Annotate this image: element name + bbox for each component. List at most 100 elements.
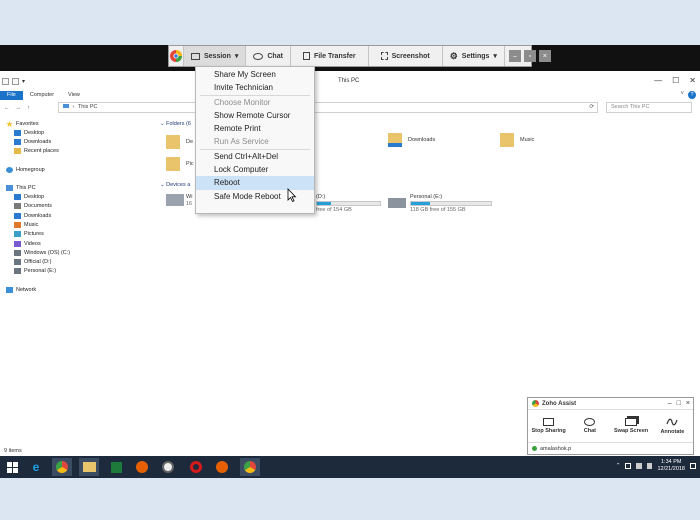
widget-close-icon[interactable]: × — [686, 400, 690, 407]
new-folder-icon[interactable] — [12, 78, 19, 85]
nav-favorites-desktop[interactable]: Desktop — [14, 130, 44, 136]
folder-icon — [14, 212, 21, 219]
taskbar-app[interactable] — [158, 458, 178, 476]
notifications-icon[interactable] — [690, 463, 696, 469]
nav-this-pc-item[interactable]: Videos — [14, 240, 41, 247]
network-tray-icon[interactable] — [625, 463, 632, 469]
devices-header[interactable]: ⌄ Devices a — [160, 182, 190, 188]
properties-icon[interactable] — [2, 78, 9, 85]
viewer-background — [0, 0, 700, 45]
widget-restore-icon[interactable]: □ — [677, 400, 681, 407]
quick-access-chevron-icon[interactable]: ▾ — [22, 78, 25, 85]
tray-up-icon[interactable]: ⌃ — [616, 463, 621, 469]
toolbar-minimize-icon[interactable]: – — [508, 50, 521, 62]
menu-item-share-my-screen[interactable]: Share My Screen — [196, 68, 314, 81]
settings-button[interactable]: ⚙ Settings ▾ — [443, 46, 505, 66]
help-icon[interactable]: ? — [688, 91, 696, 99]
start-button[interactable] — [2, 458, 22, 476]
nav-favorites[interactable]: Favorites — [6, 121, 39, 127]
close-icon[interactable]: ✕ — [689, 76, 696, 85]
pictures-folder-icon — [166, 157, 180, 171]
drive-personal-e[interactable]: Personal (E:) 118 GB free of 155 GB — [388, 194, 492, 213]
folder-downloads[interactable]: Downloads — [388, 133, 435, 147]
nav-this-pc-item[interactable]: Documents — [14, 203, 52, 210]
toolbar-window-controls: – ▫ × — [505, 46, 555, 66]
drive-windows-c[interactable]: Wi 16 — [166, 194, 192, 207]
nav-this-pc-item[interactable]: Pictures — [14, 231, 44, 238]
clock[interactable]: 1:34 PM 12/21/2018 — [657, 459, 685, 473]
taskbar-zoho-assist[interactable] — [240, 458, 260, 476]
zoho-widget-header: Zoho Assist – □ × — [528, 398, 693, 410]
up-icon[interactable]: ↑ — [27, 105, 30, 111]
taskbar-explorer[interactable] — [79, 458, 99, 476]
menu-item-run-as-service: Run As Service — [214, 137, 269, 147]
menu-item-send-ctrl-alt-del[interactable]: Send Ctrl+Alt+Del — [196, 150, 314, 163]
session-button[interactable]: Session ▾ — [184, 46, 247, 66]
taskbar-chrome[interactable] — [52, 458, 72, 476]
volume-icon[interactable] — [636, 463, 643, 469]
nav-this-pc-item[interactable]: Windows (OS) (C:) — [14, 249, 70, 256]
nav-favorites-recent[interactable]: Recent places — [14, 148, 59, 154]
chat-button[interactable]: Chat — [246, 46, 291, 66]
zoho-logo-icon — [169, 46, 184, 66]
menu-item-choose-monitor: Choose Monitor — [214, 97, 271, 107]
nav-favorites-downloads[interactable]: Downloads — [14, 139, 51, 145]
nav-homegroup[interactable]: Homegroup — [6, 167, 45, 173]
drive-e-usage-bar — [410, 201, 492, 206]
taskbar-firefox[interactable] — [132, 458, 152, 476]
menu-item-remote-print[interactable]: Remote Print — [196, 122, 314, 135]
drive-official-d[interactable]: (D:) free of 154 GB — [316, 194, 381, 213]
folder-pictures[interactable]: Pic — [166, 157, 194, 171]
folder-desktop[interactable]: De — [166, 135, 193, 149]
folder-icon — [14, 268, 21, 275]
search-input[interactable]: Search This PC — [606, 102, 692, 113]
widget-minimize-icon[interactable]: – — [668, 400, 672, 407]
flag-icon[interactable] — [647, 463, 653, 469]
ribbon-expand-icon[interactable]: ˅ — [680, 91, 684, 97]
downloads-folder-icon — [388, 133, 402, 147]
toolbar-restore-icon[interactable]: ▫ — [523, 50, 536, 62]
forward-icon[interactable]: → — [16, 105, 22, 111]
refresh-icon[interactable]: ⟳ — [589, 103, 594, 112]
address-bar[interactable]: › This PC ⟳ — [58, 102, 598, 113]
nav-this-pc[interactable]: This PC — [6, 185, 36, 191]
windows-logo-icon — [6, 461, 18, 473]
nav-this-pc-item[interactable]: Official (D:) — [14, 259, 51, 266]
nav-this-pc-item[interactable]: Music — [14, 221, 38, 228]
taskbar-firefox-2[interactable] — [212, 458, 232, 476]
chevron-down-icon: ▾ — [493, 53, 497, 60]
widget-chat-button[interactable]: Chat — [569, 410, 610, 442]
menu-item-lock-computer[interactable]: Lock Computer — [196, 163, 314, 176]
back-icon[interactable]: ← — [4, 105, 10, 111]
taskbar-excel[interactable] — [106, 458, 126, 476]
ribbon-tab-file[interactable]: File — [0, 91, 23, 100]
nav-this-pc-item[interactable]: Personal (E:) — [14, 268, 56, 275]
file-transfer-button[interactable]: File Transfer — [291, 46, 369, 66]
folders-header[interactable]: ⌄ Folders (6 — [160, 121, 191, 127]
folder-icon — [14, 231, 21, 238]
screenshot-button[interactable]: Screenshot — [369, 46, 443, 66]
folder-music[interactable]: Music — [500, 133, 534, 147]
taskbar-opera[interactable] — [186, 458, 206, 476]
minimize-icon[interactable]: — — [654, 76, 662, 85]
quick-access-toolbar[interactable]: ▾ — [2, 78, 25, 85]
swap-screen-button[interactable]: Swap Screen — [611, 410, 652, 442]
maximize-icon[interactable]: ☐ — [672, 76, 679, 85]
annotate-button[interactable]: Annotate — [652, 410, 693, 442]
nav-network[interactable]: Network — [6, 287, 36, 293]
taskbar-edge[interactable]: e — [26, 458, 46, 476]
stop-sharing-button[interactable]: Stop Sharing — [528, 410, 569, 442]
folder-icon — [14, 249, 21, 256]
nav-this-pc-item[interactable]: Downloads — [14, 212, 51, 219]
menu-item-show-remote-cursor[interactable]: Show Remote Cursor — [196, 109, 314, 122]
internet-explorer-icon: e — [32, 460, 40, 474]
toolbar-close-icon[interactable]: × — [538, 50, 551, 62]
nav-this-pc-item[interactable]: Desktop — [14, 194, 44, 200]
ribbon-tab-computer[interactable]: Computer — [23, 91, 61, 100]
folder-icon — [14, 194, 21, 200]
music-folder-icon — [500, 133, 514, 147]
star-icon — [6, 121, 13, 127]
ribbon-tab-view[interactable]: View — [61, 91, 87, 100]
opera-icon — [190, 461, 202, 473]
menu-item-invite-technician[interactable]: Invite Technician — [196, 81, 314, 94]
